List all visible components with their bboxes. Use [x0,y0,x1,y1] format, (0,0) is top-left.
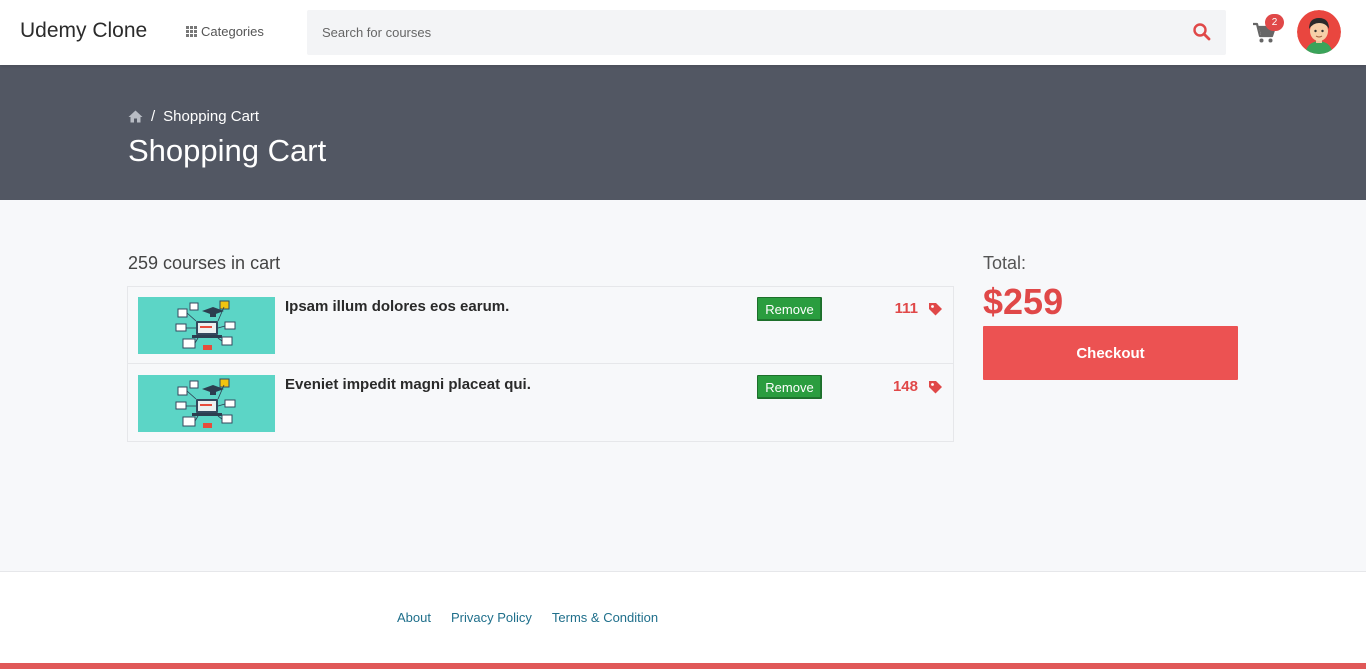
grid-icon [186,26,197,37]
breadcrumb-current: Shopping Cart [163,108,260,125]
remove-button[interactable]: Remove [757,375,822,399]
categories-menu[interactable]: Categories [186,24,264,39]
remove-button[interactable]: Remove [757,297,822,321]
course-thumbnail[interactable] [138,375,275,432]
brand-logo[interactable]: Udemy Clone [20,19,147,43]
footer-accent-bar [0,663,1366,669]
top-navbar: Udemy Clone Categories 2 [0,0,1366,65]
footer-link-about[interactable]: About [397,610,431,625]
footer-link-terms[interactable]: Terms & Condition [552,610,658,625]
course-title[interactable]: Eveniet impedit magni placeat qui. [285,376,531,393]
breadcrumb-separator: / [151,108,156,125]
footer-links: About Privacy Policy Terms & Condition [397,610,658,625]
search-input[interactable] [307,10,1167,55]
page-title: Shopping Cart [128,133,327,168]
total-value: $259 [983,281,1064,322]
price-tag-icon [929,381,942,394]
cart-item: Ipsam illum dolores eos earum. Remove 11… [128,287,953,364]
home-icon[interactable] [128,110,143,123]
price-tag-icon [929,303,942,316]
course-price: 148 [892,378,918,395]
user-avatar[interactable] [1297,10,1341,54]
course-price: 111 [894,300,918,317]
search-bar [307,10,1226,55]
checkout-button[interactable]: Checkout [983,326,1238,380]
course-thumbnail[interactable] [138,297,275,354]
total-label: Total: [983,253,1027,273]
cart-item: Eveniet impedit magni placeat qui. Remov… [128,365,953,442]
search-icon[interactable] [1192,22,1212,42]
breadcrumb: / Shopping Cart [128,108,259,125]
footer: About Privacy Policy Terms & Condition [0,571,1366,669]
page-hero: / Shopping Cart Shopping Cart [0,65,1366,200]
cart-count-text: 259 courses in cart [128,253,281,273]
course-title[interactable]: Ipsam illum dolores eos earum. [285,298,509,315]
cart-list: Ipsam illum dolores eos earum. Remove 11… [127,286,954,442]
footer-link-privacy-policy[interactable]: Privacy Policy [451,610,532,625]
cart-count-badge: 2 [1265,14,1284,31]
categories-label: Categories [201,24,264,39]
